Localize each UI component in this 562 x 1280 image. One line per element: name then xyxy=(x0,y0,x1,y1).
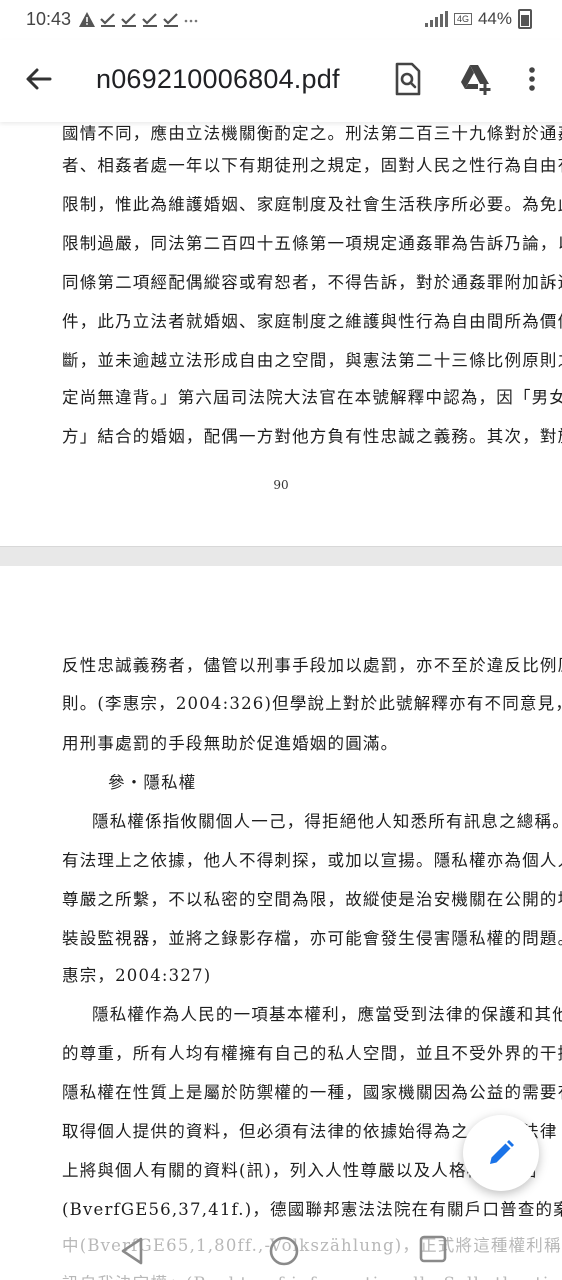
add-to-drive-icon xyxy=(461,65,491,95)
edit-fab-button[interactable] xyxy=(463,1115,539,1191)
page-text-line: 隱私權作為人民的一項基本權利，應當受到法律的保護和其他人 xyxy=(92,1005,562,1024)
status-bar: 10:43 4G 44% xyxy=(0,0,562,40)
arrow-left-icon xyxy=(26,68,52,90)
page-text-line: 的尊重，所有人均有權擁有自己的私人空間，並且不受外界的干擾。 xyxy=(62,1044,562,1063)
system-nav-bar xyxy=(0,1220,562,1280)
page-text-line: 反性忠誠義務者，儘管以刑事手段加以處罰，亦不至於違反比例原 xyxy=(62,656,562,675)
nav-recent-button[interactable] xyxy=(418,1234,448,1264)
page-text-line: 隱私權在性質上是屬於防禦權的一種，國家機關因為公益的需要有權 xyxy=(62,1083,562,1102)
page-text-line: 隱私權係指攸關個人一己，得拒絕他人知悉所有訊息之總稱。沒 xyxy=(92,812,562,831)
notification-icons xyxy=(79,12,198,27)
nav-back-button[interactable] xyxy=(115,1234,149,1268)
page-text-line: 斷，並未逾越立法形成自由之空間，與憲法第二十三條比例原則之規 xyxy=(62,351,562,370)
page-text-line: 尊嚴之所繫，不以私密的空間為限，故縱使是治安機關在公開的場所 xyxy=(62,890,562,909)
battery-level: 44% xyxy=(477,9,512,28)
status-time: 10:43 xyxy=(26,9,72,29)
more-options-button[interactable] xyxy=(520,62,544,96)
page-text-line: (BverfGE56,37,41f.)，德國聯邦憲法法院在有關戶口普查的案件之 xyxy=(62,1200,562,1219)
nav-home-button[interactable] xyxy=(267,1234,301,1268)
document-title: n069210006804.pdf xyxy=(96,64,340,94)
edit-pencil-icon xyxy=(490,1140,514,1164)
back-button[interactable] xyxy=(20,62,56,98)
page-text-line: 限制過嚴，同法第二百四十五條第一項規定通姦罪為告訴乃論，以及 xyxy=(62,234,562,253)
network-type: 4G xyxy=(453,13,472,25)
page-separator xyxy=(0,546,562,567)
pdf-page-90[interactable]: 國情不同，應由立法機關衡酌定之。刑法第二百三十九條對於通姦 者、相姦者處一年以下… xyxy=(0,122,562,546)
page-text-line: 方」結合的婚姻，配偶一方對他方負有性忠誠之義務。其次，對於違 xyxy=(62,427,562,446)
more-vert-icon xyxy=(529,67,535,91)
page-text-line: 用刑事處罰的手段無助於促進婚姻的圓滿。 xyxy=(62,734,399,753)
nav-recent-icon xyxy=(419,1235,447,1263)
add-to-drive-button[interactable] xyxy=(458,62,492,96)
page-text-line: 件，此乃立法者就婚姻、家庭制度之維護與性行為自由間所為價值判 xyxy=(62,312,562,331)
page-text-line: 限制，惟此為維護婚姻、家庭制度及社會生活秩序所必要。為免此項 xyxy=(62,195,562,214)
nav-back-icon xyxy=(121,1237,143,1265)
check-icon xyxy=(100,13,116,27)
check-icon xyxy=(142,13,158,27)
signal-icon xyxy=(424,11,448,27)
page-text-line: 者、相姦者處一年以下有期徒刑之規定，固對人民之性行為自由有所 xyxy=(62,156,562,175)
page-text-line: 定尚無違背。」第六屆司法院大法官在本號解釋中認為，因「男女雙 xyxy=(62,388,562,407)
warning-icon xyxy=(79,12,96,27)
page-text-line: 則。(李惠宗，2004:326)但學說上對於此號解釋亦有不同意見，認為 xyxy=(62,694,562,713)
page-text-line: 有法理上之依據，他人不得刺探，或加以宣揚。隱私權亦為個人人性 xyxy=(62,851,562,870)
page-text-line: 國情不同，應由立法機關衡酌定之。刑法第二百三十九條對於通姦 xyxy=(62,124,562,143)
status-right: 4G 44% xyxy=(424,9,532,29)
search-document-icon xyxy=(395,62,421,96)
page-number: 90 xyxy=(273,478,289,492)
more-dots-icon xyxy=(184,19,198,23)
check-icon xyxy=(121,13,137,27)
search-button[interactable] xyxy=(393,62,423,96)
page-text-line: 惠宗，2004:327) xyxy=(62,966,212,985)
section-heading: 參・隱私權 xyxy=(108,773,197,792)
nav-home-icon xyxy=(269,1236,299,1266)
status-left: 10:43 xyxy=(26,9,198,30)
battery-icon xyxy=(518,9,532,29)
page-text-line: 裝設監視器，並將之錄影存檔，亦可能會發生侵害隱私權的問題。(李 xyxy=(62,929,562,948)
app-bar: n069210006804.pdf xyxy=(0,40,562,122)
check-icon xyxy=(163,13,179,27)
page-text-line: 同條第二項經配偶縱容或宥恕者，不得告訴，對於通姦罪附加訴追條 xyxy=(62,273,562,292)
